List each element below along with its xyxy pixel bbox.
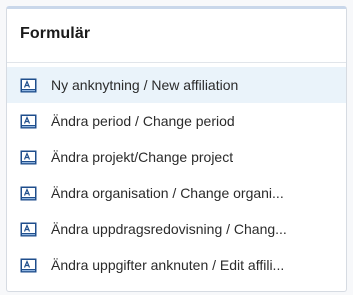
form-document-icon xyxy=(20,258,37,273)
form-item-label: Ändra projekt/Change project xyxy=(51,149,234,165)
panel-title: Formulär xyxy=(20,25,91,42)
form-item-label: Ändra period / Change period xyxy=(51,113,235,129)
form-document-icon xyxy=(20,222,37,237)
form-item-change-period[interactable]: Ändra period / Change period xyxy=(7,103,346,139)
forms-panel: Formulär Ny anknytning / New affiliation… xyxy=(6,6,347,292)
form-item-label: Ny anknytning / New affiliation xyxy=(51,77,239,93)
form-item-change-assignment-report[interactable]: Ändra uppdragsredovisning / Chang... xyxy=(7,211,346,247)
form-item-new-affiliation[interactable]: Ny anknytning / New affiliation xyxy=(7,67,346,103)
form-item-change-organisation[interactable]: Ändra organisation / Change organi... xyxy=(7,175,346,211)
form-item-label: Ändra uppdragsredovisning / Chang... xyxy=(51,221,287,237)
form-document-icon xyxy=(20,186,37,201)
form-document-icon xyxy=(20,78,37,93)
form-item-change-project[interactable]: Ändra projekt/Change project xyxy=(7,139,346,175)
form-document-icon xyxy=(20,114,37,129)
form-item-label: Ändra organisation / Change organi... xyxy=(51,185,284,201)
form-list: Ny anknytning / New affiliation Ändra pe… xyxy=(7,63,346,283)
panel-header: Formulär xyxy=(7,9,346,63)
form-item-label: Ändra uppgifter anknuten / Edit affili..… xyxy=(51,257,285,273)
form-item-edit-affiliate-details[interactable]: Ändra uppgifter anknuten / Edit affili..… xyxy=(7,247,346,283)
form-document-icon xyxy=(20,150,37,165)
